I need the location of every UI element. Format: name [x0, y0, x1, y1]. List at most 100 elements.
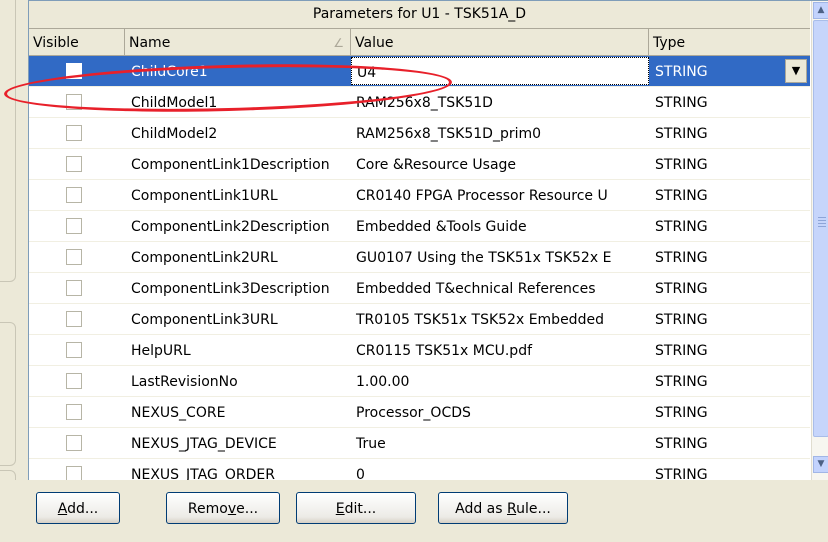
parameter-type[interactable]: STRING: [649, 397, 810, 427]
visible-checkbox[interactable]: [66, 94, 82, 110]
parameter-name: NEXUS_JTAG_ORDER: [131, 467, 275, 480]
scroll-down-icon[interactable]: ▼: [813, 456, 828, 473]
table-row[interactable]: ComponentLink1URL CR0140 FPGA Processor R…: [29, 180, 810, 211]
column-header-visible[interactable]: Visible: [29, 29, 125, 55]
column-header-value-label: Value: [355, 35, 394, 51]
parameter-name: ComponentLink3URL: [131, 312, 278, 328]
column-header-type-label: Type: [653, 35, 686, 51]
parameter-value-input[interactable]: U4: [351, 57, 649, 85]
button-bar: Add... Remove... Edit... Add as Rule...: [0, 480, 828, 542]
visible-checkbox[interactable]: [66, 466, 82, 480]
thumb-grip: [818, 223, 826, 224]
parameter-rows: ChildCore1 U4 STRING ▼ ChildModel1 RAM256x8_T…: [29, 56, 810, 480]
add-as-rule-button[interactable]: Add as Rule...: [438, 492, 568, 524]
parameter-name: ChildModel2: [131, 126, 218, 142]
vertical-scrollbar[interactable]: ▲ ▼: [811, 1, 828, 480]
parameter-value[interactable]: Processor_OCDS: [351, 397, 649, 427]
visible-checkbox[interactable]: [66, 280, 82, 296]
parameter-name: ComponentLink1Description: [131, 157, 330, 173]
parameter-name: ComponentLink1URL: [131, 188, 278, 204]
visible-checkbox[interactable]: [66, 63, 82, 79]
visible-checkbox[interactable]: [66, 311, 82, 327]
parameters-grid: Parameters for U1 - TSK51A_D Visible Nam…: [28, 0, 828, 481]
thumb-grip: [818, 220, 826, 221]
scroll-up-icon[interactable]: ▲: [813, 2, 828, 19]
parameter-name: NEXUS_CORE: [131, 405, 226, 421]
visible-checkbox[interactable]: [66, 187, 82, 203]
visible-checkbox[interactable]: [66, 342, 82, 358]
add-button[interactable]: Add...: [36, 492, 120, 524]
table-row[interactable]: ComponentLink1Description Core &Resource …: [29, 149, 810, 180]
edit-button[interactable]: Edit...: [296, 492, 416, 524]
parameter-value[interactable]: RAM256x8_TSK51D: [351, 87, 649, 117]
thumb-grip: [818, 226, 826, 227]
visible-checkbox[interactable]: [66, 404, 82, 420]
table-row[interactable]: ComponentLink3URL TR0105 TSK51x TSK52x Em…: [29, 304, 810, 335]
parameter-type[interactable]: STRING: [649, 87, 810, 117]
parameter-name: ChildModel1: [131, 95, 218, 111]
parameter-value[interactable]: Embedded &Tools Guide: [351, 211, 649, 241]
parameter-type[interactable]: STRING: [649, 180, 810, 210]
column-header-visible-label: Visible: [33, 35, 79, 51]
parameter-value[interactable]: True: [351, 428, 649, 458]
parameter-name: ComponentLink2URL: [131, 250, 278, 266]
column-header-name[interactable]: Name ∠: [125, 29, 351, 55]
thumb-grip: [818, 217, 826, 218]
grid-caption: Parameters for U1 - TSK51A_D: [29, 1, 810, 29]
table-row[interactable]: ChildModel1 RAM256x8_TSK51D STRING: [29, 87, 810, 118]
visible-checkbox[interactable]: [66, 373, 82, 389]
column-header-name-label: Name: [129, 35, 171, 51]
visible-checkbox[interactable]: [66, 249, 82, 265]
column-header-value[interactable]: Value: [351, 29, 649, 55]
left-panel-frame-top: [0, 0, 16, 282]
parameter-value[interactable]: 1.00.00: [351, 366, 649, 396]
table-row[interactable]: ComponentLink2URL GU0107 Using the TSK51x…: [29, 242, 810, 273]
parameter-type[interactable]: STRING: [649, 428, 810, 458]
parameter-value[interactable]: 0: [351, 459, 649, 480]
parameter-name: HelpURL: [131, 343, 191, 359]
table-row[interactable]: ChildModel2 RAM256x8_TSK51D_prim0 STRING: [29, 118, 810, 149]
parameter-type[interactable]: STRING: [649, 211, 810, 241]
visible-checkbox[interactable]: [66, 435, 82, 451]
column-header-type[interactable]: Type: [649, 29, 810, 55]
parameter-type[interactable]: STRING: [649, 304, 810, 334]
visible-checkbox[interactable]: [66, 156, 82, 172]
table-row[interactable]: NEXUS_JTAG_ORDER 0 STRING: [29, 459, 810, 480]
scrollbar-thumb[interactable]: [813, 20, 828, 437]
parameter-name: ComponentLink3Description: [131, 281, 330, 297]
parameter-type[interactable]: STRING: [649, 459, 810, 480]
left-panel-frame-middle: [0, 322, 16, 466]
parameter-type-select[interactable]: STRING ▼: [649, 56, 810, 86]
parameter-type[interactable]: STRING: [649, 149, 810, 179]
parameter-type[interactable]: STRING: [649, 242, 810, 272]
table-row[interactable]: NEXUS_JTAG_DEVICE True STRING: [29, 428, 810, 459]
table-row[interactable]: ComponentLink3Description Embedded T&echn…: [29, 273, 810, 304]
table-row[interactable]: LastRevisionNo 1.00.00 STRING: [29, 366, 810, 397]
parameter-type-label: STRING: [655, 64, 708, 80]
parameter-type[interactable]: STRING: [649, 273, 810, 303]
visible-checkbox[interactable]: [66, 125, 82, 141]
parameter-name: LastRevisionNo: [131, 374, 238, 390]
parameter-value[interactable]: TR0105 TSK51x TSK52x Embedded: [351, 304, 649, 334]
parameter-value[interactable]: Core &Resource Usage: [351, 149, 649, 179]
parameter-value[interactable]: Embedded T&echnical References: [351, 273, 649, 303]
remove-button[interactable]: Remove...: [166, 492, 280, 524]
parameter-name: NEXUS_JTAG_DEVICE: [131, 436, 277, 452]
left-panel-edge: [0, 0, 26, 542]
parameter-name: ComponentLink2Description: [131, 219, 330, 235]
parameter-type[interactable]: STRING: [649, 366, 810, 396]
table-row[interactable]: ChildCore1 U4 STRING ▼: [29, 56, 810, 87]
parameter-value[interactable]: CR0140 FPGA Processor Resource U: [351, 180, 649, 210]
table-row[interactable]: ComponentLink2Description Embedded &Tools…: [29, 211, 810, 242]
column-header-row: Visible Name ∠ Value Type: [29, 29, 810, 56]
parameter-value[interactable]: GU0107 Using the TSK51x TSK52x E: [351, 242, 649, 272]
visible-checkbox[interactable]: [66, 218, 82, 234]
table-row[interactable]: HelpURL CR0115 TSK51x MCU.pdf STRING: [29, 335, 810, 366]
table-row[interactable]: NEXUS_CORE Processor_OCDS STRING: [29, 397, 810, 428]
parameter-type[interactable]: STRING: [649, 118, 810, 148]
sort-ascending-icon: ∠: [333, 36, 344, 50]
parameter-value[interactable]: RAM256x8_TSK51D_prim0: [351, 118, 649, 148]
parameter-value[interactable]: CR0115 TSK51x MCU.pdf: [351, 335, 649, 365]
chevron-down-icon[interactable]: ▼: [785, 59, 807, 83]
parameter-type[interactable]: STRING: [649, 335, 810, 365]
